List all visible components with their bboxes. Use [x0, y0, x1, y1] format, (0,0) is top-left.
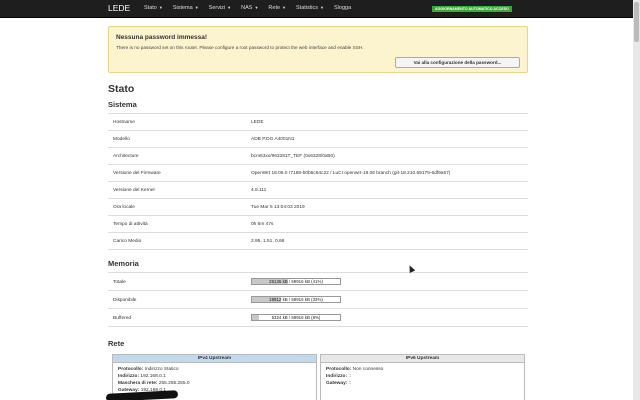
row-label: Versione del Kernel	[113, 188, 155, 193]
alert-text: There is no password set on this router.…	[116, 45, 364, 50]
table-row: Ora locale Tue Mar 5 13:04:03 2019	[108, 198, 528, 215]
ipv4-netmask: Maschera di rete: 255.255.255.0	[118, 381, 190, 386]
ipv4-protocol-label: Protocollo:	[118, 367, 144, 372]
row-value: Tue Mar 5 13:04:03 2019	[251, 205, 305, 210]
memory-progress-bar: 5324 kB / 59916 kB (8%)	[251, 314, 341, 321]
menu-rete-label: Rete	[268, 5, 281, 11]
ipv6-protocol-label: Protocollo:	[326, 367, 352, 372]
ipv4-netmask-label: Maschera di rete:	[118, 381, 158, 386]
row-value: LEDE	[251, 120, 264, 125]
memory-progress-bar: 19812 kB / 59916 kB (33%)	[251, 296, 341, 303]
rete-heading: Rete	[108, 339, 125, 348]
table-row: Disponibile 19812 kB / 59916 kB (33%)	[108, 290, 528, 308]
chevron-down-icon: ▼	[282, 5, 287, 10]
top-navbar: LEDE Stato ▼ Sistema ▼ Servizi ▼ NAS ▼ Rete ▼…	[0, 0, 640, 18]
chevron-down-icon: ▼	[194, 5, 199, 10]
ipv6-address: Indirizzo: ::	[326, 374, 351, 379]
menu-statistics-label: Statistics	[296, 5, 319, 11]
menu-sistema-label: Sistema	[172, 5, 193, 11]
goto-password-config-button[interactable]: Vai alla configurazione della password..…	[395, 57, 520, 68]
ipv6-protocol: Protocollo: Non connesso	[326, 367, 383, 372]
row-value: 4.9.111	[251, 188, 267, 193]
sistema-heading: Sistema	[108, 100, 137, 109]
ipv4-protocol: Protocollo: Indirizzo Statico	[118, 367, 179, 372]
row-label: Versione del Firmware	[113, 171, 161, 176]
ipv6-protocol-value: Non connesso	[352, 367, 384, 372]
table-row: Tempo di attività 0h 6m 47s	[108, 215, 528, 232]
row-label: Architecture	[113, 154, 139, 159]
ipv6-upstream-title: IPv6 Upstream	[321, 355, 524, 363]
row-value: ADB P.DG A4001N1	[251, 137, 295, 142]
row-label: Modello	[113, 137, 130, 142]
page-title: Stato	[108, 83, 135, 95]
ipv4-netmask-value: 255.255.255.0	[158, 381, 190, 386]
progress-text: 19812 kB / 59916 kB (33%)	[269, 297, 323, 302]
chevron-down-icon: ▼	[227, 5, 232, 10]
ipv4-address-label: Indirizzo:	[118, 374, 140, 379]
main-menu: Stato ▼ Sistema ▼ Servizi ▼ NAS ▼ Rete ▼ Stat…	[144, 5, 361, 11]
memoria-heading: Memoria	[108, 259, 139, 268]
memory-progress-bar: 25136 kB / 59916 kB (41%)	[251, 278, 341, 285]
ipv6-address-value: ::	[348, 374, 352, 379]
row-label: Buffered	[113, 316, 132, 321]
row-label: Disponibile	[113, 298, 137, 303]
menu-servizi[interactable]: Servizi ▼	[209, 5, 231, 11]
ipv6-gateway-label: Gateway:	[326, 381, 348, 386]
row-value: 2.95, 1.51, 0.68	[251, 239, 285, 244]
row-label: Hostname	[113, 120, 135, 125]
menu-statistics[interactable]: Statistics ▼	[296, 5, 324, 11]
menu-stato-label: Stato	[144, 5, 157, 11]
ipv4-address-value: 192.168.0.1	[140, 374, 166, 379]
chevron-down-icon: ▼	[254, 5, 259, 10]
ipv4-address: Indirizzo: 192.168.0.1	[118, 374, 166, 379]
table-row: Buffered 5324 kB / 59916 kB (8%)	[108, 308, 528, 326]
ipv4-protocol-value: Indirizzo Statico	[144, 367, 179, 372]
menu-stato[interactable]: Stato ▼	[144, 5, 163, 11]
scrollbar-thumb[interactable]	[634, 2, 639, 42]
chevron-down-icon: ▼	[320, 5, 324, 10]
table-row: Versione del Firmware OpenWrt 18.06.0 r71…	[108, 164, 528, 181]
chevron-down-icon: ▼	[158, 5, 163, 10]
row-value: 0h 6m 47s	[251, 222, 274, 227]
ipv6-gateway-value: ::	[348, 381, 352, 386]
ipv6-upstream-box: IPv6 Upstream Protocollo: Non connesso I…	[320, 354, 525, 400]
autorefresh-badge[interactable]: AGGIORNAMENTO AUTOMATICO ACCESO	[432, 6, 512, 12]
table-bottom-border	[108, 326, 528, 327]
row-value: OpenWrt 18.06.0 r7188-b0b5c64c22 / LuCI …	[251, 171, 451, 176]
table-row: Modello ADB P.DG A4001N1	[108, 130, 528, 147]
table-row: Hostname LEDE	[108, 113, 528, 130]
progress-text: 5324 kB / 59916 kB (8%)	[271, 315, 321, 320]
table-bottom-border	[108, 249, 528, 250]
ipv4-upstream-title: IPv4 Upstream	[113, 355, 316, 363]
row-label: Tempo di attività	[113, 222, 148, 227]
table-row: Carico Medio 2.95, 1.51, 0.68	[108, 232, 528, 249]
menu-nas[interactable]: NAS ▼	[241, 5, 258, 11]
menu-servizi-label: Servizi	[208, 5, 226, 11]
page-scrollbar[interactable]	[633, 0, 640, 400]
table-row: Totale 25136 kB / 59916 kB (41%)	[108, 272, 528, 290]
menu-rete[interactable]: Rete ▼	[268, 5, 286, 11]
row-label: Ora locale	[113, 205, 135, 210]
ipv6-gateway: Gateway: ::	[326, 381, 351, 386]
table-row: Versione del Kernel 4.9.111	[108, 181, 528, 198]
menu-sistema[interactable]: Sistema ▼	[173, 5, 199, 11]
alert-title: Nessuna password immessa!	[116, 34, 208, 41]
ipv6-address-label: Indirizzo:	[326, 374, 348, 379]
menu-nas-label: NAS	[241, 5, 253, 11]
brand-logo[interactable]: LEDE	[108, 3, 130, 13]
progress-text: 25136 kB / 59916 kB (41%)	[269, 279, 323, 284]
row-label: Carico Medio	[113, 239, 142, 244]
row-label: Totale	[113, 280, 126, 285]
row-value: bcm63xx/963281T_TEF (0x6328/0xB0)	[251, 154, 335, 159]
menu-logout[interactable]: Slogga	[334, 5, 351, 11]
password-warning-alert: Nessuna password immessa! There is no pa…	[108, 26, 528, 73]
table-row: Architecture bcm63xx/963281T_TEF (0x6328/…	[108, 147, 528, 164]
